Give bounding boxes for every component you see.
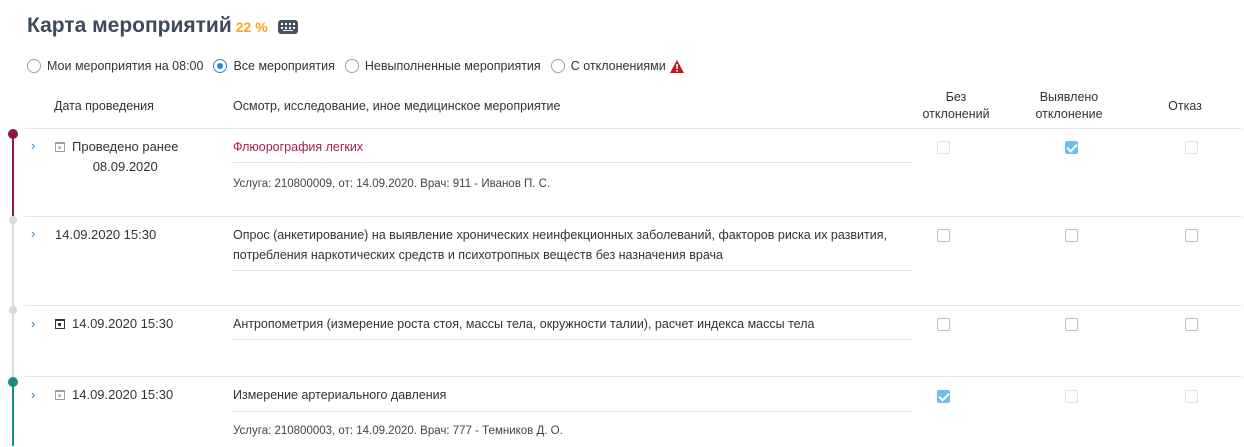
service-meta: Услуга: 210800009, от: 14.09.2020. Врач:… bbox=[233, 178, 551, 190]
refusal-checkbox[interactable] bbox=[1185, 141, 1198, 154]
radio-button[interactable] bbox=[344, 59, 359, 73]
column-header-service: Осмотр, исследование, иное медицинское м… bbox=[233, 99, 561, 113]
event-date: 14.09.2020 15:30 bbox=[55, 385, 173, 405]
completion-percent: 22 % bbox=[235, 19, 268, 35]
table-header: Дата проведения Осмотр, исследование, ин… bbox=[25, 84, 1242, 129]
date-line: 14.09.2020 15:30 bbox=[72, 316, 174, 331]
keyboard-icon[interactable] bbox=[277, 20, 298, 34]
timeline-dot bbox=[9, 216, 17, 224]
filter-unfinished-events[interactable]: Невыполненные мероприятия bbox=[344, 59, 541, 73]
calendar-icon bbox=[55, 390, 65, 400]
deviation-checkbox[interactable] bbox=[1065, 229, 1078, 242]
table-row[interactable]: › 14.09.2020 15:30 Опрос (анкетирование)… bbox=[25, 217, 1242, 306]
event-date: 14.09.2020 15:30 bbox=[55, 314, 173, 334]
filter-all-events[interactable]: Все мероприятия bbox=[213, 59, 335, 73]
service-name: Измерение артериального давления bbox=[233, 388, 447, 402]
no-deviation-checkbox[interactable] bbox=[937, 390, 950, 403]
chevron-right-icon[interactable]: › bbox=[31, 317, 41, 330]
chevron-right-icon[interactable]: › bbox=[31, 388, 41, 401]
date-line: 08.09.2020 bbox=[92, 159, 158, 174]
calendar-icon bbox=[55, 142, 65, 152]
page-title: Карта мероприятий bbox=[27, 14, 232, 37]
page-header: Карта мероприятий 22 % bbox=[27, 14, 298, 48]
column-header-refusal: Отказ bbox=[1168, 98, 1202, 113]
column-header-no-deviation: Без отклонений bbox=[918, 84, 994, 128]
filter-radio-group: Мои мероприятия на 08:00 Все мероприятия… bbox=[27, 56, 694, 76]
chevron-right-icon[interactable]: › bbox=[31, 139, 41, 152]
filter-with-deviations[interactable]: С отклонениями bbox=[550, 59, 684, 73]
calendar-icon bbox=[55, 319, 65, 329]
timeline-segment bbox=[12, 381, 14, 446]
warning-triangle-icon bbox=[669, 59, 684, 73]
radio-button[interactable] bbox=[27, 59, 41, 73]
service-meta: Услуга: 210800003, от: 14.09.2020. Врач:… bbox=[233, 425, 563, 437]
filter-label: Мои мероприятия на 08:00 bbox=[47, 59, 204, 73]
table-row[interactable]: › Проведено ранее 08.09.2020 Флюорографи… bbox=[25, 129, 1242, 217]
header-text: отклонений bbox=[922, 107, 990, 121]
deviation-checkbox[interactable] bbox=[1065, 141, 1078, 154]
no-deviation-checkbox[interactable] bbox=[937, 141, 950, 154]
date-line: Проведено ранее bbox=[72, 139, 179, 154]
filter-label: Невыполненные мероприятия bbox=[364, 59, 541, 73]
service-name: Антропометрия (измерение роста стоя, мас… bbox=[233, 317, 815, 331]
service-name-link[interactable]: Флюорография легких bbox=[233, 137, 913, 157]
deviation-checkbox[interactable] bbox=[1065, 390, 1078, 403]
radio-button[interactable] bbox=[550, 59, 565, 73]
divider bbox=[233, 270, 911, 271]
timeline-segment bbox=[12, 134, 14, 220]
table-row[interactable]: › 14.09.2020 15:30 Измерение артериально… bbox=[25, 377, 1242, 447]
header-text: Выявлено bbox=[1039, 90, 1099, 105]
no-deviation-checkbox[interactable] bbox=[937, 318, 950, 331]
event-date: 14.09.2020 15:30 bbox=[55, 225, 156, 245]
event-map-page: Карта мероприятий 22 % Мои мероприятия н… bbox=[0, 0, 1244, 446]
chevron-right-icon[interactable]: › bbox=[31, 227, 41, 240]
timeline-dot bbox=[8, 129, 18, 139]
event-date: Проведено ранее 08.09.2020 bbox=[55, 137, 178, 177]
service-name: Опрос (анкетирование) на выявление хрони… bbox=[233, 228, 887, 262]
divider bbox=[233, 411, 911, 412]
timeline-dot bbox=[9, 306, 17, 314]
header-text: Без bbox=[945, 90, 967, 105]
filter-label: Все мероприятия bbox=[233, 59, 335, 73]
timeline-segment bbox=[12, 220, 14, 381]
filter-label: С отклонениями bbox=[570, 59, 666, 73]
deviation-checkbox[interactable] bbox=[1065, 318, 1078, 331]
filter-my-events[interactable]: Мои мероприятия на 08:00 bbox=[27, 59, 203, 73]
divider bbox=[233, 339, 911, 340]
refusal-checkbox[interactable] bbox=[1185, 229, 1198, 242]
divider bbox=[233, 162, 911, 163]
timeline-dot bbox=[8, 377, 18, 387]
column-header-date: Дата проведения bbox=[54, 99, 154, 113]
header-text: отклонение bbox=[1035, 107, 1103, 121]
refusal-checkbox[interactable] bbox=[1185, 318, 1198, 331]
refusal-checkbox[interactable] bbox=[1185, 390, 1198, 403]
date-line: 14.09.2020 15:30 bbox=[72, 387, 174, 402]
no-deviation-checkbox[interactable] bbox=[937, 229, 950, 242]
date-line: 14.09.2020 15:30 bbox=[55, 227, 157, 242]
radio-button-selected[interactable] bbox=[213, 59, 228, 73]
table-row[interactable]: › 14.09.2020 15:30 Антропометрия (измере… bbox=[25, 306, 1242, 377]
column-header-deviation: Выявлено отклонение bbox=[1026, 84, 1112, 128]
